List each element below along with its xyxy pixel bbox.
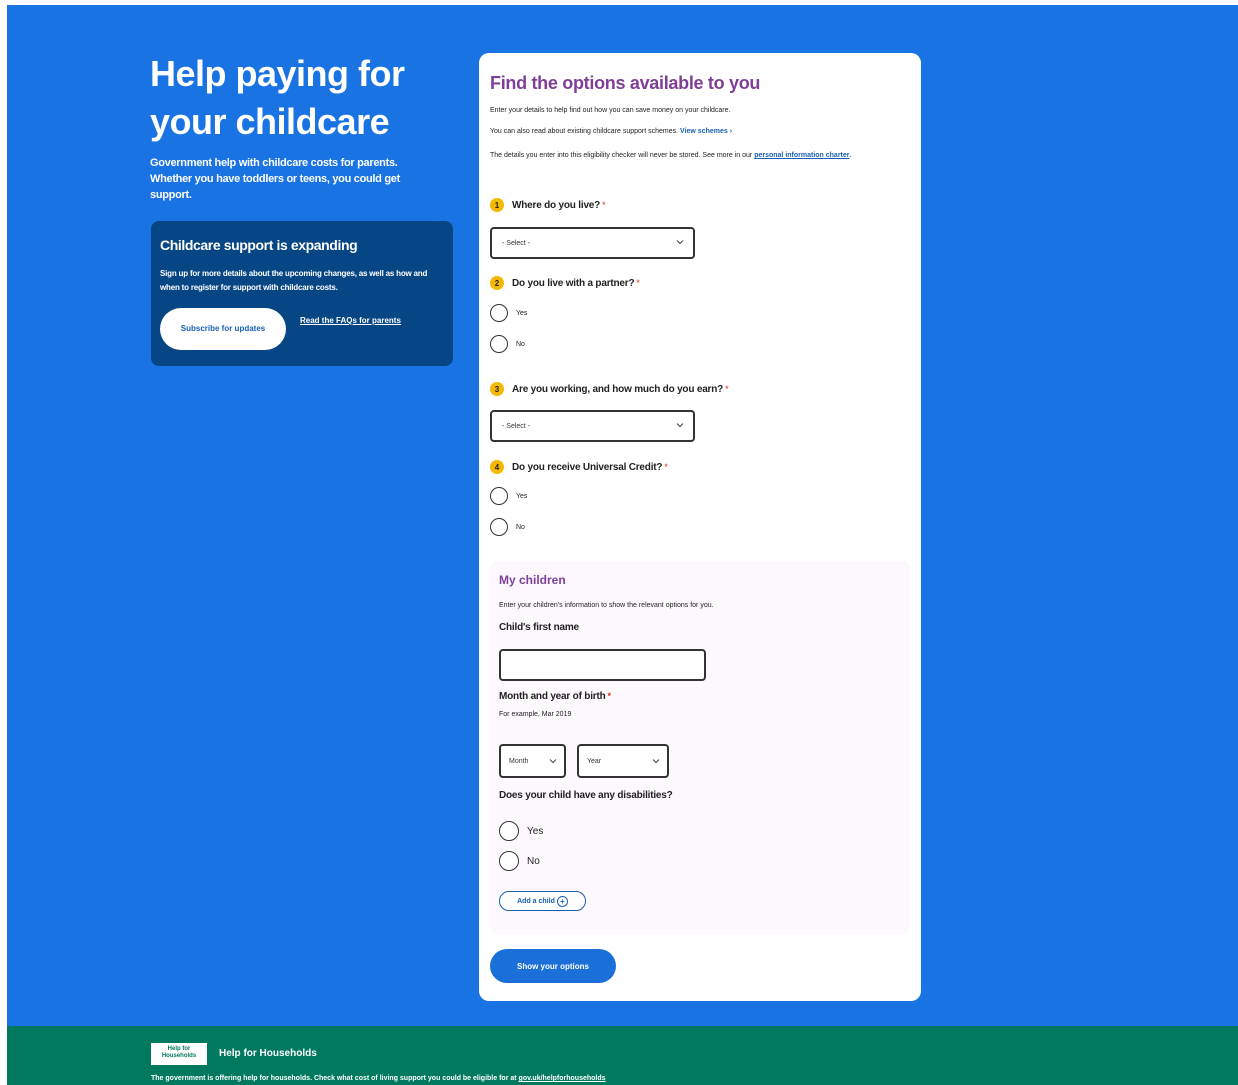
child-first-name-input[interactable] xyxy=(499,649,706,681)
gov-uk-help-link[interactable]: gov.uk/helpforhouseholds xyxy=(519,1075,606,1082)
personal-information-charter-link[interactable]: personal information charter xyxy=(754,152,849,159)
plus-icon: + xyxy=(556,895,568,907)
radio-label: Yes xyxy=(516,492,528,500)
disabilities-label: Does your child have any disabilities? xyxy=(499,790,673,801)
radio-label: No xyxy=(516,340,525,348)
step-number-badge: 3 xyxy=(490,382,504,396)
question-label: Do you receive Universal Credit? xyxy=(512,461,663,473)
my-children-title: My children xyxy=(499,573,566,587)
privacy-text-row: The details you enter into this eligibil… xyxy=(490,152,852,159)
chevron-down-icon xyxy=(549,759,557,764)
radio-label: No xyxy=(516,523,525,531)
view-schemes-link[interactable]: View schemes xyxy=(680,128,728,135)
where-live-select[interactable]: - Select - xyxy=(490,227,695,259)
required-marker: * xyxy=(636,278,640,288)
radio-label: Yes xyxy=(516,309,528,317)
question-label: Where do you live? xyxy=(512,199,601,211)
form-intro: Enter your details to help find out how … xyxy=(490,107,731,114)
chevron-down-icon xyxy=(676,240,684,245)
required-marker: * xyxy=(602,200,606,210)
schemes-text: You can also read about existing childca… xyxy=(490,128,679,135)
subscribe-button[interactable]: Subscribe for updates xyxy=(160,308,286,350)
select-value: - Select - xyxy=(502,239,531,247)
add-child-label: Add a child xyxy=(517,897,555,905)
question-where-live: 1 Where do you live? * xyxy=(490,198,606,212)
partner-yes-radio[interactable]: Yes xyxy=(490,304,527,322)
working-select[interactable]: - Select - xyxy=(490,410,695,442)
radio-circle[interactable] xyxy=(499,821,519,841)
page-background: Help paying for your childcare Governmen… xyxy=(7,5,1238,1085)
question-universal-credit: 4 Do you receive Universal Credit? * xyxy=(490,460,668,474)
footer: Help for Households Help for Households … xyxy=(7,1026,1238,1085)
question-partner: 2 Do you live with a partner? * xyxy=(490,276,640,290)
chevron-right-icon: › xyxy=(729,128,733,135)
page-title: Help paying for your childcare xyxy=(150,53,405,142)
page-subtitle: Government help with childcare costs for… xyxy=(150,157,400,201)
radio-circle[interactable] xyxy=(490,335,508,353)
select-value: Month xyxy=(509,757,529,765)
universal-credit-no-radio[interactable]: No xyxy=(490,518,525,536)
radio-label: No xyxy=(527,855,540,867)
show-options-button[interactable]: Show your options xyxy=(490,949,616,983)
dob-label: Month and year of birth xyxy=(499,691,606,702)
schemes-text-row: You can also read about existing childca… xyxy=(490,126,732,137)
left-border xyxy=(0,0,7,1085)
footer-title: Help for Households xyxy=(219,1048,317,1059)
disabilities-no-radio[interactable]: No xyxy=(499,851,540,871)
dob-label-row: Month and year of birth * xyxy=(499,691,611,702)
radio-circle[interactable] xyxy=(490,518,508,536)
help-for-households-logo: Help for Households xyxy=(151,1043,207,1065)
dob-hint: For example, Mar 2019 xyxy=(499,711,572,718)
expanding-support-card: Childcare support is expanding Sign up f… xyxy=(151,221,453,366)
disabilities-yes-radio[interactable]: Yes xyxy=(499,821,543,841)
required-marker: * xyxy=(607,691,612,701)
footer-text: The government is offering help for hous… xyxy=(151,1075,517,1082)
eligibility-form-card: Find the options available to you Enter … xyxy=(479,53,921,1001)
question-working: 3 Are you working, and how much do you e… xyxy=(490,382,729,396)
my-children-section: My children Enter your children's inform… xyxy=(490,561,910,934)
expanding-card-title: Childcare support is expanding xyxy=(160,237,358,253)
select-value: - Select - xyxy=(502,422,531,430)
form-title: Find the options available to you xyxy=(490,73,761,93)
partner-no-radio[interactable]: No xyxy=(490,335,525,353)
privacy-text: The details you enter into this eligibil… xyxy=(490,152,753,159)
children-intro: Enter your children's information to sho… xyxy=(499,602,714,609)
radio-label: Yes xyxy=(527,825,544,837)
step-number-badge: 1 xyxy=(490,198,504,212)
expanding-card-body: Sign up for more details about the upcom… xyxy=(160,269,428,292)
faq-link[interactable]: Read the FAQs for parents xyxy=(300,316,401,325)
footer-text-row: The government is offering help for hous… xyxy=(151,1075,606,1082)
required-marker: * xyxy=(725,384,729,394)
radio-circle[interactable] xyxy=(499,851,519,871)
step-number-badge: 2 xyxy=(490,276,504,290)
add-child-button[interactable]: Add a child + xyxy=(499,891,586,911)
birth-month-select[interactable]: Month xyxy=(499,744,566,778)
step-number-badge: 4 xyxy=(490,460,504,474)
chevron-down-icon xyxy=(652,759,660,764)
question-label: Are you working, and how much do you ear… xyxy=(512,383,724,395)
question-label: Do you live with a partner? xyxy=(512,277,635,289)
child-first-name-label: Child's first name xyxy=(499,622,579,633)
birth-year-select[interactable]: Year xyxy=(577,744,669,778)
radio-circle[interactable] xyxy=(490,487,508,505)
required-marker: * xyxy=(664,462,668,472)
universal-credit-yes-radio[interactable]: Yes xyxy=(490,487,527,505)
radio-circle[interactable] xyxy=(490,304,508,322)
select-value: Year xyxy=(587,757,602,765)
chevron-down-icon xyxy=(676,423,684,428)
